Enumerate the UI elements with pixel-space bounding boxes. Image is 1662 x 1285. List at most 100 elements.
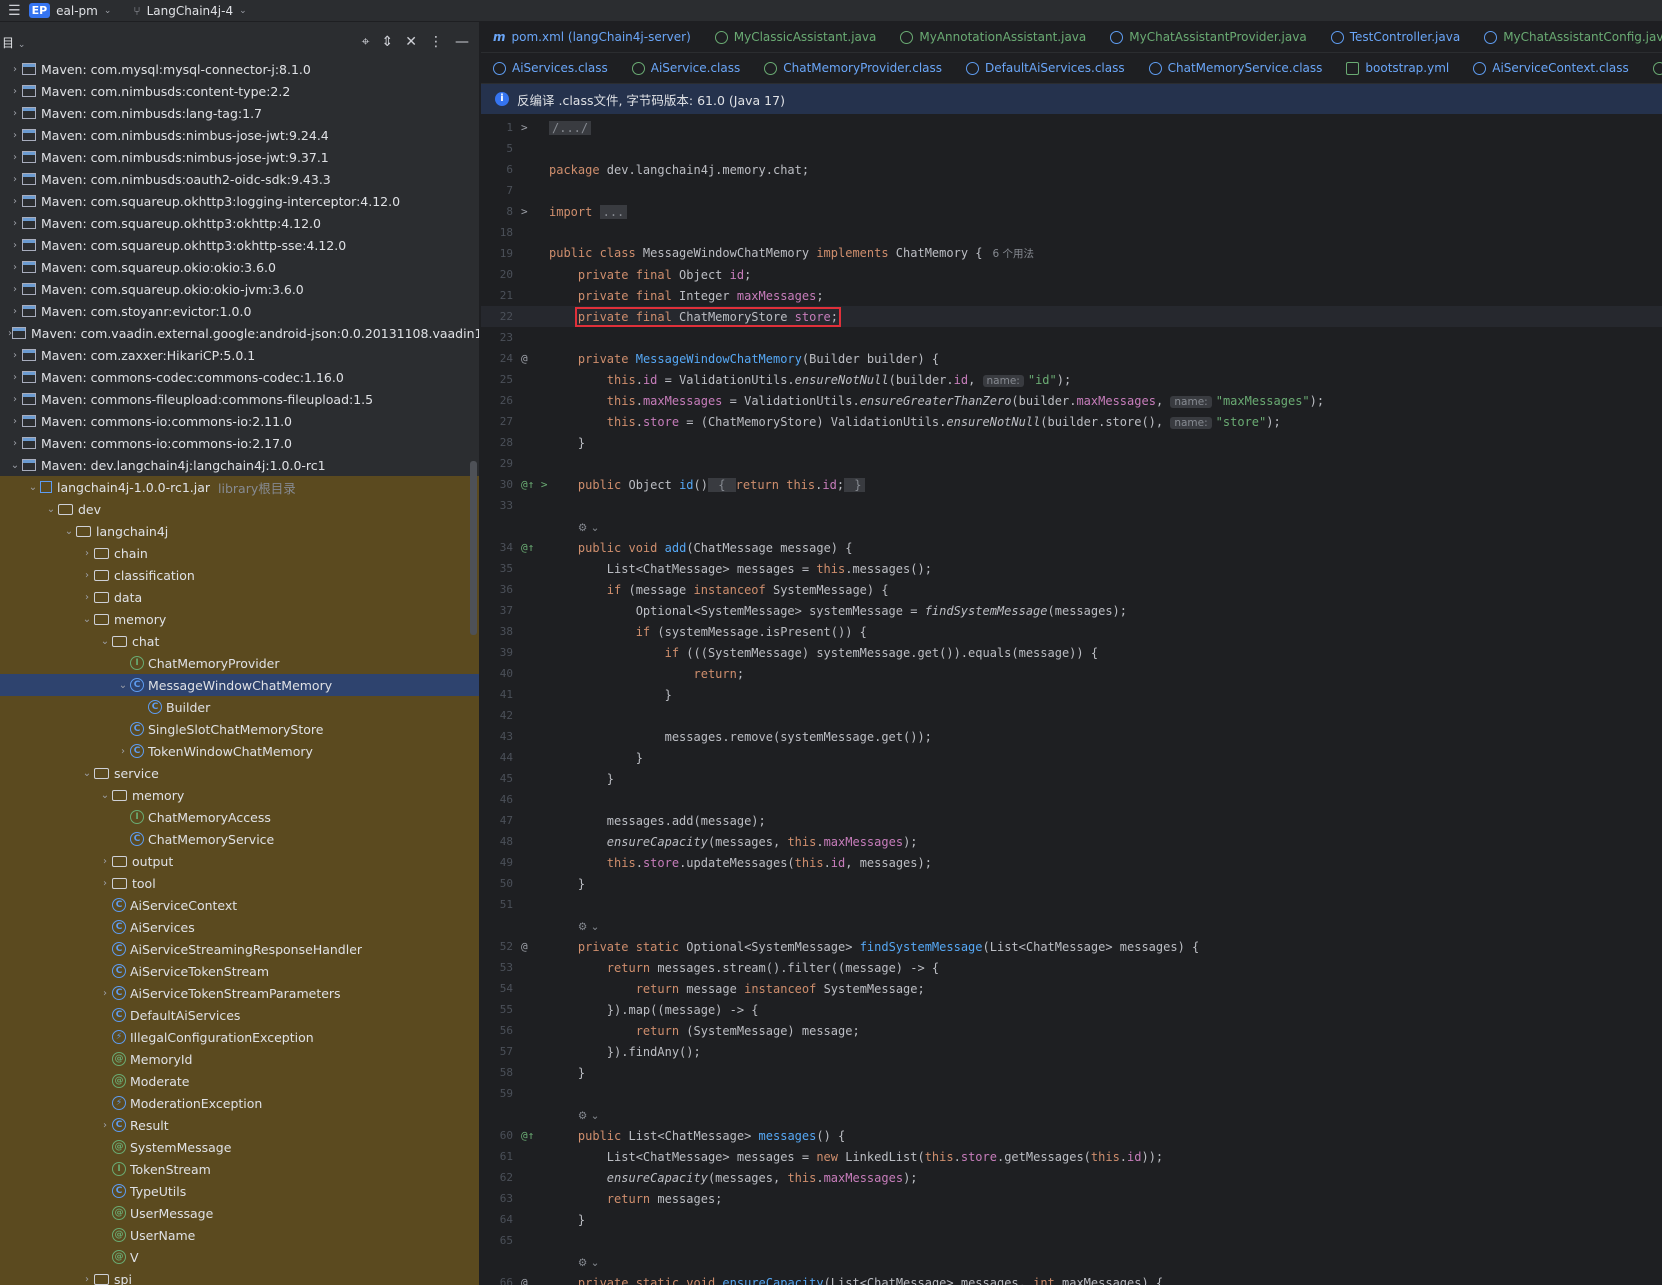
code-line[interactable]: 40 return; xyxy=(481,663,1662,684)
tree-item[interactable]: @ MemoryId xyxy=(0,1048,479,1070)
options-icon[interactable]: ⋮ xyxy=(429,34,443,50)
code-line[interactable]: 6 package dev.langchain4j.memory.chat; xyxy=(481,159,1662,180)
chevron-right-icon[interactable]: › xyxy=(8,372,22,383)
tree-library[interactable]: › Maven: com.squareup.okio:okio:3.6.0 xyxy=(0,256,479,278)
project-panel-title[interactable]: 目 ⌄ xyxy=(0,34,25,51)
tree-item[interactable]: @ V xyxy=(0,1246,479,1268)
tree-library[interactable]: › Maven: commons-fileupload:commons-fileu… xyxy=(0,388,479,410)
code-line[interactable]: 46 xyxy=(481,789,1662,810)
tree-item[interactable]: ⌄ C MessageWindowChatMemory xyxy=(0,674,479,696)
editor-tab[interactable]: ChatMemoryService.class xyxy=(1137,53,1335,83)
code-line[interactable]: 47 messages.add(message); xyxy=(481,810,1662,831)
tree-library[interactable]: › Maven: com.squareup.okhttp3:logging-int… xyxy=(0,190,479,212)
editor-tab[interactable]: MyChatAssistantProvider.java xyxy=(1098,22,1318,52)
code-line[interactable]: 38 if (systemMessage.isPresent()) { xyxy=(481,621,1662,642)
chevron-right-icon[interactable]: › xyxy=(8,416,22,427)
code-line[interactable]: 28 } xyxy=(481,432,1662,453)
tree-item[interactable]: › C AiServiceTokenStreamParameters xyxy=(0,982,479,1004)
code-line[interactable]: 30 @↑ > public Object id() { return this.… xyxy=(481,474,1662,495)
hide-icon[interactable]: — xyxy=(455,34,469,50)
tree-item[interactable]: C AiServiceContext xyxy=(0,894,479,916)
code-line[interactable]: 57 }).findAny(); xyxy=(481,1041,1662,1062)
code-line[interactable]: 60 @↑ public List<ChatMessage> messages()… xyxy=(481,1125,1662,1146)
code-line[interactable]: 66 @ private static void ensureCapacity(L… xyxy=(481,1272,1662,1285)
editor-tab[interactable]: bootstrap.yml xyxy=(1334,53,1461,83)
code-line[interactable]: 44 } xyxy=(481,747,1662,768)
editor-tab[interactable]: TestController.java xyxy=(1319,22,1473,52)
tree-item[interactable]: I ChatMemoryAccess xyxy=(0,806,479,828)
tree-folder[interactable]: ⌄ dev xyxy=(0,498,479,520)
chevron-right-icon[interactable]: › xyxy=(8,130,22,141)
tree-item[interactable]: C AiServiceStreamingResponseHandler xyxy=(0,938,479,960)
gutter-marker[interactable]: @ xyxy=(513,940,549,953)
gutter-marker[interactable]: @↑ xyxy=(513,541,549,554)
tree-item[interactable]: I TokenStream xyxy=(0,1158,479,1180)
tree-item[interactable]: C Builder xyxy=(0,696,479,718)
tree-folder[interactable]: › spi xyxy=(0,1268,479,1285)
tree-library[interactable]: › Maven: com.vaadin.external.google:andro… xyxy=(0,322,479,344)
chevron-right-icon[interactable]: › xyxy=(8,284,22,295)
branch-switcher[interactable]: ⑂ LangChain4j-4 ⌄ xyxy=(133,0,246,22)
chevron-right-icon[interactable]: › xyxy=(98,878,112,889)
tree-item[interactable]: › C TokenWindowChatMemory xyxy=(0,740,479,762)
tree-folder[interactable]: ⌄ langchain4j xyxy=(0,520,479,542)
editor-tab[interactable]: AiService.class xyxy=(620,53,753,83)
chevron-down-icon[interactable]: ⌄ xyxy=(80,768,94,779)
code-line[interactable]: 54 return message instanceof SystemMessa… xyxy=(481,978,1662,999)
code-line[interactable]: 33 xyxy=(481,495,1662,516)
code-line[interactable]: 18 xyxy=(481,222,1662,243)
project-switcher[interactable]: EP eal-pm ⌄ xyxy=(28,0,111,22)
chevron-right-icon[interactable]: › xyxy=(80,1274,94,1285)
code-line[interactable]: 36 if (message instanceof SystemMessage)… xyxy=(481,579,1662,600)
chevron-right-icon[interactable]: › xyxy=(8,438,22,449)
chevron-right-icon[interactable]: › xyxy=(8,108,22,119)
tree-item[interactable]: @ UserMessage xyxy=(0,1202,479,1224)
editor-tab[interactable]: DefaultAiServices.class xyxy=(954,53,1137,83)
locate-icon[interactable]: ⌖ xyxy=(362,34,370,50)
gutter-marker[interactable]: > xyxy=(513,121,549,134)
chevron-right-icon[interactable]: › xyxy=(8,240,22,251)
code-line[interactable]: 21 private final Integer maxMessages; xyxy=(481,285,1662,306)
tree-item[interactable]: @ UserName xyxy=(0,1224,479,1246)
tree-item[interactable]: ⚡ IllegalConfigurationException xyxy=(0,1026,479,1048)
chevron-down-icon[interactable]: ⌄ xyxy=(44,504,58,515)
code-line[interactable]: ⚙ ⌄ xyxy=(481,1104,1662,1125)
tree-item[interactable]: › C Result xyxy=(0,1114,479,1136)
code-line[interactable]: 22 private final ChatMemoryStore store; xyxy=(481,306,1662,327)
code-line[interactable]: 42 xyxy=(481,705,1662,726)
code-line[interactable]: ⚙ ⌄ xyxy=(481,915,1662,936)
chevron-down-icon[interactable]: ⌄ xyxy=(8,460,22,471)
code-line[interactable]: ⚙ ⌄ xyxy=(481,516,1662,537)
code-line[interactable]: 45 } xyxy=(481,768,1662,789)
chevron-right-icon[interactable]: › xyxy=(98,1120,112,1131)
chevron-down-icon[interactable]: ⌄ xyxy=(62,526,76,537)
code-line[interactable]: 43 messages.remove(systemMessage.get()); xyxy=(481,726,1662,747)
tree-folder[interactable]: › classification xyxy=(0,564,479,586)
code-line[interactable]: 37 Optional<SystemMessage> systemMessage… xyxy=(481,600,1662,621)
code-line[interactable]: 7 xyxy=(481,180,1662,201)
tree-folder[interactable]: ⌄ chat xyxy=(0,630,479,652)
collapse-all-icon[interactable]: ✕ xyxy=(405,34,417,50)
tree-library[interactable]: › Maven: com.nimbusds:content-type:2.2 xyxy=(0,80,479,102)
sidebar-scrollbar[interactable] xyxy=(470,461,477,635)
code-line[interactable]: 55 }).map((message) -> { xyxy=(481,999,1662,1020)
code-area[interactable]: 1 >/.../5 6 package dev.langchain4j.memory.… xyxy=(481,117,1662,1285)
chevron-right-icon[interactable]: › xyxy=(8,86,22,97)
chevron-right-icon[interactable]: › xyxy=(98,856,112,867)
chevron-down-icon[interactable]: ⌄ xyxy=(116,680,130,691)
chevron-down-icon[interactable]: ⌄ xyxy=(98,636,112,647)
code-line[interactable]: 20 private final Object id; xyxy=(481,264,1662,285)
tree-item[interactable]: ⌄ langchain4j-1.0.0-rc1.jar library根目录 xyxy=(0,476,479,498)
code-line[interactable]: 58 } xyxy=(481,1062,1662,1083)
tree-item[interactable]: @ Moderate xyxy=(0,1070,479,1092)
tree-library[interactable]: › Maven: com.squareup.okhttp3:okhttp-sse:… xyxy=(0,234,479,256)
tree-folder[interactable]: ⌄ memory xyxy=(0,784,479,806)
tree-item[interactable]: ⚡ ModerationException xyxy=(0,1092,479,1114)
chevron-right-icon[interactable]: › xyxy=(8,306,22,317)
editor-tab[interactable]: MyClassicAssistant.java xyxy=(703,22,889,52)
gutter-marker[interactable]: @ xyxy=(513,1276,549,1285)
tree-folder[interactable]: ⌄ memory xyxy=(0,608,479,630)
chevron-right-icon[interactable]: › xyxy=(8,174,22,185)
code-line[interactable]: 26 this.maxMessages = ValidationUtils.en… xyxy=(481,390,1662,411)
code-line[interactable]: 39 if (((SystemMessage) systemMessage.ge… xyxy=(481,642,1662,663)
